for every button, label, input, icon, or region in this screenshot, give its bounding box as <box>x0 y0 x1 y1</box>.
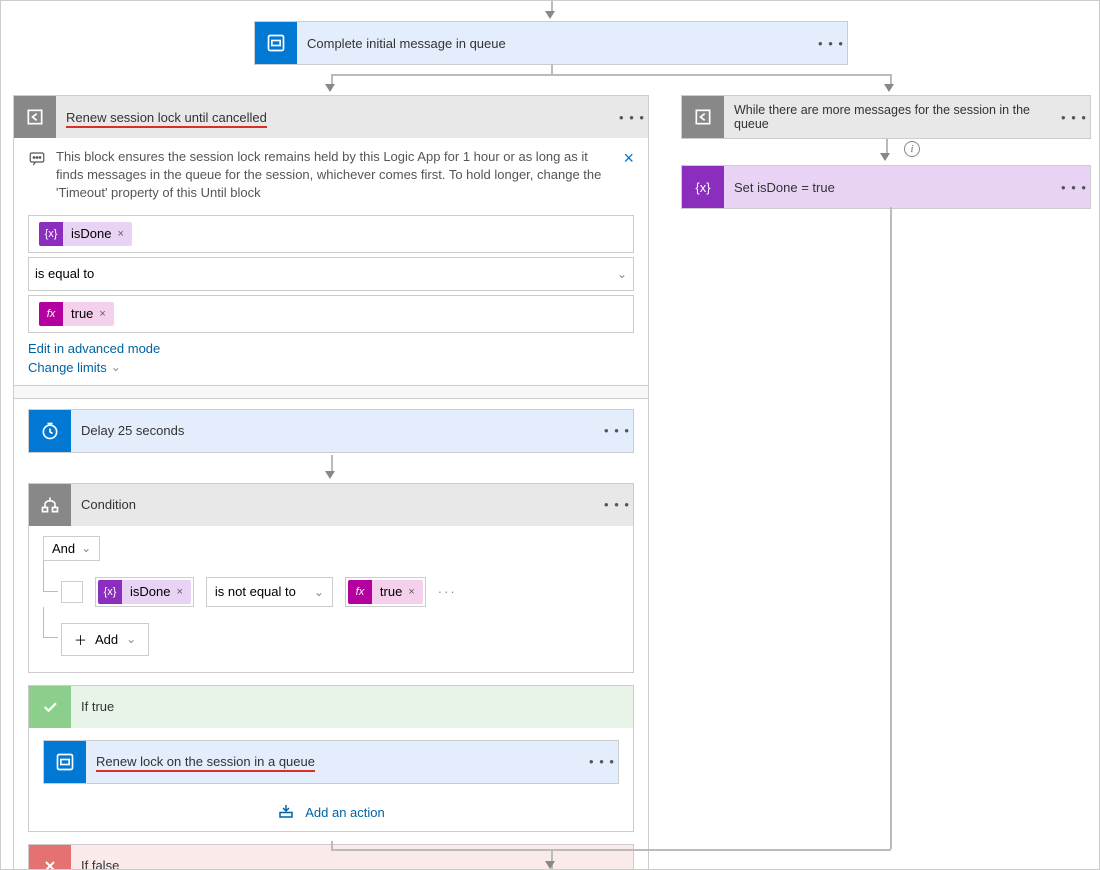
condition-icon <box>29 484 71 526</box>
step-menu[interactable]: • • • <box>601 497 633 512</box>
comment-icon <box>28 150 46 203</box>
condition-left-operand[interactable]: {x} isDone× <box>95 577 194 607</box>
connector-line <box>331 849 891 851</box>
servicebus-icon <box>44 741 86 783</box>
plus-icon: ＋ <box>74 630 87 649</box>
connector-line <box>331 74 891 76</box>
step-menu[interactable]: • • • <box>1058 110 1090 125</box>
chevron-down-icon: ⌄ <box>617 267 627 281</box>
remove-token-icon[interactable]: × <box>99 308 105 320</box>
info-icon[interactable]: i <box>904 141 920 157</box>
add-action-button[interactable]: Add an action <box>29 794 633 831</box>
step-menu[interactable]: • • • <box>616 110 648 125</box>
condition-group-operator[interactable]: And ⌄ <box>43 536 100 561</box>
schedule-icon <box>29 410 71 452</box>
step-renew-lock[interactable]: Renew lock on the session in a queue • •… <box>43 740 619 784</box>
until-left-operand[interactable]: {x} isDone× <box>28 215 634 253</box>
arrow-down-icon <box>325 84 335 92</box>
designer-canvas: Complete initial message in queue • • • … <box>0 0 1100 870</box>
step-condition[interactable]: Condition • • • And ⌄ {x} isDone× <box>28 483 634 673</box>
connector-line <box>331 841 333 849</box>
until-right-operand[interactable]: fx true× <box>28 295 634 333</box>
if-true-branch: If true Renew lock on the session in a q… <box>28 685 634 832</box>
edit-advanced-mode-link[interactable]: Edit in advanced mode <box>28 341 160 356</box>
change-limits-label: Change limits <box>28 360 107 375</box>
while-title: While there are more messages for the se… <box>724 103 1058 131</box>
connector-line <box>551 64 553 74</box>
variable-icon: {x} <box>98 580 122 604</box>
condition-row-checkbox[interactable] <box>61 581 83 603</box>
arrow-down-icon <box>325 471 335 479</box>
until-title: Renew session lock until cancelled <box>56 110 616 125</box>
servicebus-icon <box>255 22 297 64</box>
arrow-down-icon <box>545 11 555 19</box>
step-menu[interactable]: • • • <box>815 36 847 51</box>
remove-token-icon[interactable]: × <box>408 586 414 598</box>
step-while-more-messages[interactable]: While there are more messages for the se… <box>681 95 1091 139</box>
condition-row-menu[interactable]: ··· <box>438 584 457 599</box>
chevron-down-icon: ⌄ <box>111 360 121 374</box>
condition-title: Condition <box>71 497 601 512</box>
if-true-title: If true <box>71 699 633 714</box>
delay-title: Delay 25 seconds <box>71 423 601 438</box>
until-note-text: This block ensures the session lock rema… <box>56 148 613 203</box>
change-limits-link[interactable]: Change limits ⌄ <box>28 360 121 375</box>
arrow-down-icon <box>545 861 555 869</box>
step-menu[interactable]: • • • <box>1058 180 1090 195</box>
add-action-icon <box>277 802 295 823</box>
renew-lock-title: Renew lock on the session in a queue <box>86 754 586 769</box>
until-block[interactable]: Renew session lock until cancelled • • •… <box>13 95 649 870</box>
separator <box>14 385 648 399</box>
check-icon <box>29 686 71 728</box>
expression-icon: fx <box>348 580 372 604</box>
until-note-row: This block ensures the session lock rema… <box>14 138 648 207</box>
connector-line <box>890 207 892 849</box>
set-isdone-title: Set isDone = true <box>724 180 1058 195</box>
step-menu[interactable]: • • • <box>586 754 618 769</box>
remove-token-icon[interactable]: × <box>117 228 123 240</box>
step-title: Complete initial message in queue <box>297 36 815 51</box>
close-icon[interactable]: × <box>623 148 634 203</box>
arrow-down-icon <box>884 84 894 92</box>
condition-operator-select[interactable]: is not equal to ⌄ <box>206 577 333 607</box>
chevron-down-icon: ⌄ <box>126 632 136 646</box>
remove-token-icon[interactable]: × <box>176 586 182 598</box>
until-icon <box>682 96 724 138</box>
step-menu[interactable]: • • • <box>601 423 633 438</box>
condition-add-button[interactable]: ＋ Add ⌄ <box>61 623 149 656</box>
until-icon <box>14 96 56 138</box>
x-icon <box>29 845 71 870</box>
step-set-isdone[interactable]: {x} Set isDone = true • • • <box>681 165 1091 209</box>
expression-icon: fx <box>39 302 63 326</box>
chevron-down-icon: ⌄ <box>81 541 91 555</box>
variable-icon: {x} <box>39 222 63 246</box>
until-operator-select[interactable]: is equal to ⌄ <box>28 257 634 291</box>
variable-icon: {x} <box>682 166 724 208</box>
condition-right-operand[interactable]: fx true× <box>345 577 426 607</box>
arrow-down-icon <box>880 153 890 161</box>
step-delay[interactable]: Delay 25 seconds • • • <box>28 409 634 453</box>
step-complete-initial-message[interactable]: Complete initial message in queue • • • <box>254 21 848 65</box>
chevron-down-icon: ⌄ <box>314 585 324 599</box>
